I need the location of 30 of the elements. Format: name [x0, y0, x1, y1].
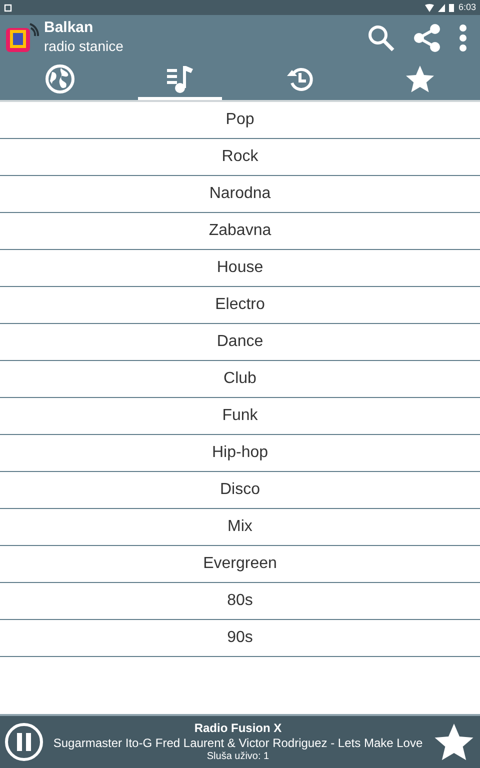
genre-item[interactable]: Evergreen [0, 546, 480, 583]
station-name: Radio Fusion X [194, 720, 282, 736]
pause-button[interactable] [4, 722, 44, 762]
share-icon [412, 22, 442, 52]
genre-item[interactable]: Pop [0, 102, 480, 139]
wifi-icon [425, 4, 434, 12]
search-icon [366, 22, 396, 52]
more-options-icon [458, 22, 468, 52]
app-subtitle: radio stanice [44, 38, 124, 56]
genre-item[interactable]: Funk [0, 398, 480, 435]
genre-item[interactable]: Zabavna [0, 213, 480, 250]
clock-time: 6:03 [458, 3, 476, 12]
genre-item[interactable]: Rock [0, 139, 480, 176]
notification-icon [4, 3, 13, 12]
signal-icon [438, 4, 446, 12]
genre-item[interactable]: Hip-hop [0, 435, 480, 472]
genre-item[interactable]: 80s [0, 583, 480, 620]
track-title: Sugarmaster Ito-G Fred Laurent & Victor Rodriguez - Lets Make Love [53, 736, 423, 751]
battery-icon [449, 3, 454, 12]
genre-item[interactable]: 90s [0, 620, 480, 657]
genre-item[interactable]: Narodna [0, 176, 480, 213]
globe-icon [44, 62, 76, 94]
listener-count: Sluša uživo: 1 [206, 750, 270, 764]
genre-item[interactable]: Electro [0, 287, 480, 324]
genre-item[interactable]: House [0, 250, 480, 287]
genre-item[interactable]: Disco [0, 472, 480, 509]
genre-item[interactable]: Mix [0, 509, 480, 546]
genre-item[interactable]: Club [0, 361, 480, 398]
genre-item[interactable]: Dance [0, 324, 480, 361]
app-title: Balkan [44, 19, 94, 38]
